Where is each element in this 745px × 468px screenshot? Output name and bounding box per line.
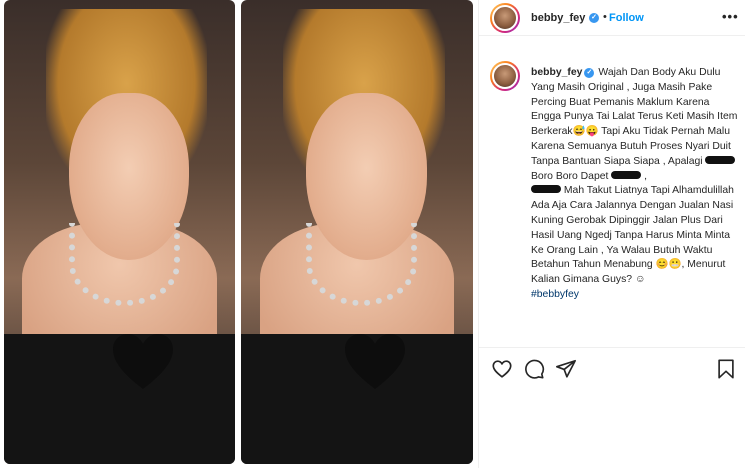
photo-necklace (305, 222, 418, 307)
redaction-mark (611, 170, 642, 179)
photo-collage (0, 0, 478, 468)
avatar-image (492, 5, 518, 31)
speech-bubble-icon[interactable] (523, 358, 545, 380)
caption-username[interactable]: bebby_fey (531, 67, 582, 78)
actions-divider (479, 347, 745, 348)
redaction-mark (531, 185, 561, 194)
follow-button[interactable]: Follow (609, 12, 644, 24)
photo-right (241, 0, 473, 464)
heart-outline-icon[interactable] (491, 358, 513, 380)
caption-segment: , (641, 170, 648, 182)
more-options-icon[interactable]: ••• (722, 9, 739, 24)
caption-segment: Mah Takut Liatnya Tapi Alhamdulillah Ada… (531, 185, 734, 271)
action-bar (479, 352, 745, 384)
avatar[interactable] (490, 3, 520, 33)
caption-segment: Boro Boro Dapet (531, 170, 612, 182)
verified-badge-icon: ✓ (589, 13, 599, 23)
avatar[interactable] (490, 61, 520, 91)
post-header: bebby_fey ✓ • Follow ••• (479, 0, 745, 36)
caption-comment: bebby_fey ✓ Wajah Dan Body Aku Dulu Yang M… (479, 50, 745, 340)
bookmark-icon[interactable] (715, 358, 737, 380)
header-username[interactable]: bebby_fey (531, 12, 585, 24)
caption-emoji: 😊😬 (655, 259, 682, 271)
paper-plane-icon[interactable] (555, 358, 577, 380)
heart-censor-icon (112, 333, 174, 391)
heart-censor-icon (344, 333, 406, 391)
photo-necklace (68, 222, 180, 307)
photo-left (4, 0, 235, 464)
post-side-panel: bebby_fey ✓ • Follow ••• bebby_fey ✓ Wajah… (478, 0, 745, 468)
redaction-mark (705, 155, 736, 164)
avatar-image (492, 63, 518, 89)
caption-emoji: 😅😛 (572, 126, 599, 138)
hashtag-link[interactable]: #bebbyfey (531, 289, 579, 300)
separator-dot: • (603, 11, 607, 23)
caption-text: bebby_fey ✓ Wajah Dan Body Aku Dulu Yang M… (531, 66, 739, 303)
verified-badge-icon: ✓ (584, 68, 595, 78)
